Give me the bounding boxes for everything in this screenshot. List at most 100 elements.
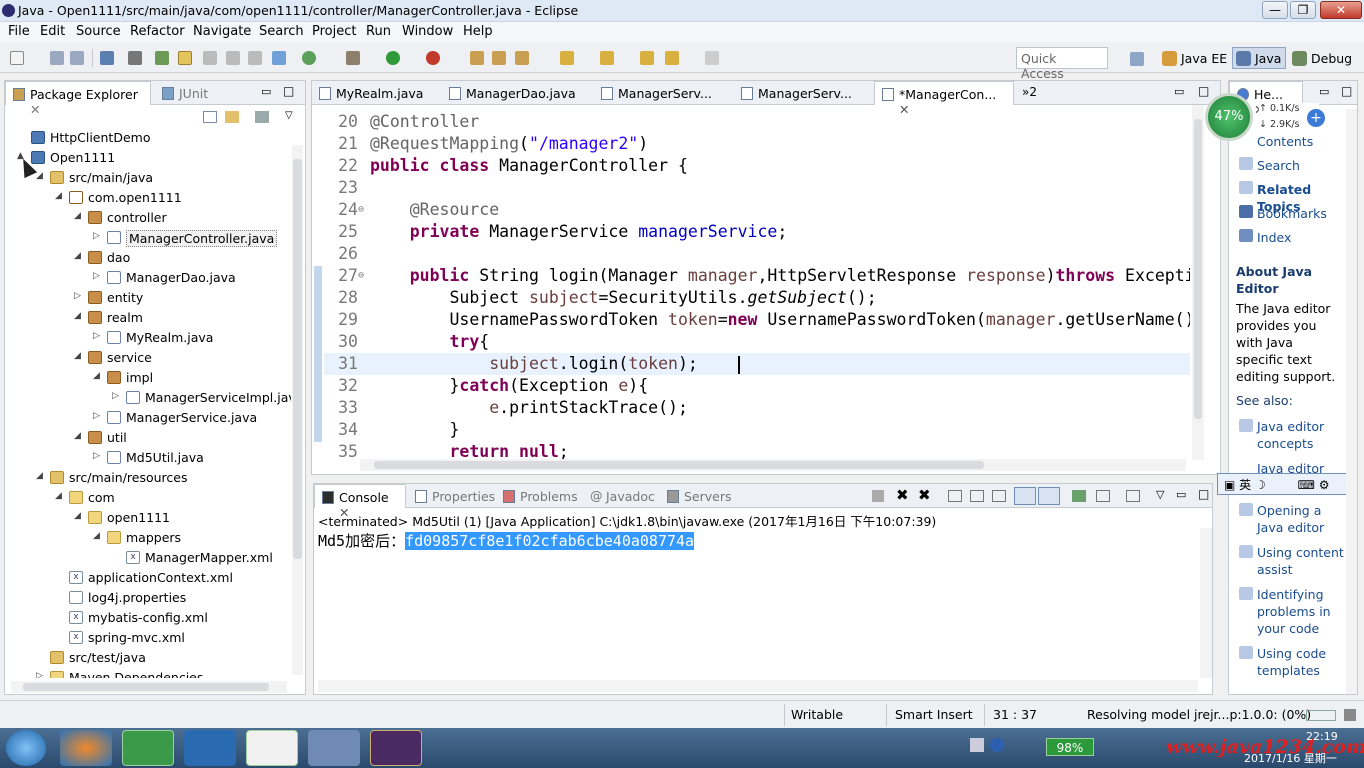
menu-run[interactable]: Run [366,24,391,39]
tree-item[interactable]: ▲ Open1111 [5,148,291,168]
view-menu-icon[interactable]: ▽ [285,110,293,121]
expand-toggle-icon[interactable]: ◢ [36,471,43,481]
display-console-icon[interactable] [1096,490,1110,502]
fold-toggle-icon[interactable]: ⊖ [358,265,364,287]
tree-item[interactable]: x spring-mvc.xml [5,628,291,648]
ime-language-toggle[interactable]: 英 [1239,478,1251,492]
open-console-icon[interactable] [1126,490,1140,502]
tree-item[interactable]: ◢ util [5,428,291,448]
tree-item[interactable]: ▷ MyRealm.java [5,328,291,348]
show-stdout-icon[interactable] [1014,487,1036,505]
view-menu-icon[interactable]: ▽ [1156,488,1164,501]
console-vertical-scrollbar[interactable] [1200,528,1212,678]
code-line[interactable]: 23 [324,177,1190,199]
tree-item[interactable]: x mybatis-config.xml [5,608,291,628]
tree-item[interactable]: src/test/java [5,648,291,668]
taskbar-eclipse-icon[interactable] [370,730,422,766]
maximize-view-icon[interactable]: □ [1198,487,1209,501]
clock-time[interactable]: 22:19 [1306,730,1338,743]
save-all-icon[interactable] [70,51,84,65]
tree-item[interactable]: ▷ ManagerServiceImpl.java [5,388,291,408]
menu-navigate[interactable]: Navigate [193,24,251,39]
expand-toggle-icon[interactable]: ▷ [93,411,100,421]
tab-managerserviceimpl[interactable]: ManagerServ... [734,81,872,105]
maximize-view-icon[interactable]: □ [283,84,294,98]
expand-toggle-icon[interactable]: ◢ [74,251,81,261]
code-line[interactable]: 26 [324,243,1190,265]
build-icon[interactable] [155,51,169,65]
code-line[interactable]: 33 e.printStackTrace(); [324,397,1190,419]
back-icon[interactable] [665,51,679,65]
start-button[interactable] [6,730,46,766]
perspective-debug[interactable]: Debug [1288,47,1357,69]
help-link-content-assist[interactable]: Using content assist [1257,544,1349,578]
maximize-button[interactable]: ❐ [1290,1,1316,19]
help-link-contents[interactable]: Contents [1257,133,1313,150]
new-java-project-icon[interactable] [470,51,484,65]
tree-item[interactable]: ◢ src/main/resources [5,468,291,488]
menu-file[interactable]: File [8,24,30,39]
tab-managerdao[interactable]: ManagerDao.java [442,81,590,105]
help-link-java-editor-concepts[interactable]: Java editor concepts [1257,418,1349,452]
expand-toggle-icon[interactable]: ◢ [36,171,43,181]
scrollbar-thumb[interactable] [23,683,269,691]
status-background-task[interactable]: Resolving model jrejr...p:1.0.0: (0%) [1087,707,1311,722]
taskbar-camtasia-recorder-icon[interactable] [246,730,298,766]
minimize-view-icon[interactable]: ▭ [1319,85,1329,98]
code-line[interactable]: 22 public class ManagerController { [324,155,1190,177]
expand-toggle-icon[interactable]: ◢ [93,531,100,541]
menu-source[interactable]: Source [76,24,121,39]
expand-toggle-icon[interactable]: ▷ [93,231,100,241]
menu-search[interactable]: Search [259,24,304,39]
new-icon[interactable] [10,51,24,65]
help-link-search[interactable]: Search [1257,157,1300,174]
tree-item[interactable]: ◢ src/main/java [5,168,291,188]
tab-myrealm[interactable]: MyRealm.java [312,81,440,105]
tree-item[interactable]: log4j.properties [5,588,291,608]
network-monitor-widget[interactable]: 47% [1205,93,1253,141]
tree-item[interactable]: ▷ ManagerService.java [5,408,291,428]
terminate-icon[interactable] [872,490,884,502]
tab-package-explorer[interactable]: Package Explorer ✕ [5,81,151,117]
help-link-index[interactable]: Index [1257,229,1291,246]
minimize-view-icon[interactable]: ▭ [261,85,271,98]
ime-keyboard-icon[interactable]: ⌨ [1298,478,1315,492]
maximize-view-icon[interactable]: □ [1198,84,1209,98]
perspective-java[interactable]: Java [1232,47,1287,69]
tree-item[interactable]: ◢ dao [5,248,291,268]
scrollbar-thumb[interactable] [1194,119,1202,419]
minimize-view-icon[interactable]: ▭ [1174,85,1184,98]
code-line[interactable]: 29 UsernamePasswordToken token=new Usern… [324,309,1190,331]
tree-item[interactable]: HttpClientDemo [5,128,291,148]
expand-toggle-icon[interactable]: ▷ [36,671,43,678]
mark-occurrences-icon[interactable] [203,51,217,65]
tree-item[interactable]: ▷ Md5Util.java [5,448,291,468]
expand-toggle-icon[interactable]: ▷ [112,391,119,401]
collapse-all-icon[interactable] [203,111,217,123]
code-line[interactable]: 32 }catch(Exception e){ [324,375,1190,397]
tree-item[interactable]: ▷ ManagerDao.java [5,268,291,288]
next-annotation-icon[interactable] [560,51,574,65]
quick-access-input[interactable]: Quick Access [1016,47,1108,81]
maximize-view-icon[interactable]: □ [1341,84,1352,98]
tree-vertical-scrollbar[interactable] [292,145,303,675]
help-link-bookmarks[interactable]: Bookmarks [1257,205,1327,222]
tree-item[interactable]: ◢ com [5,488,291,508]
expand-toggle-icon[interactable]: ◢ [74,431,81,441]
editor-horizontal-scrollbar[interactable] [360,459,1186,471]
code-line[interactable]: 27 ⊖ public String login(Manager manager,… [324,265,1190,287]
plus-icon[interactable]: + [1307,109,1325,127]
ime-moon-icon[interactable]: ☽ [1255,478,1266,492]
expand-toggle-icon[interactable]: ▷ [93,331,100,341]
highlight-icon[interactable] [178,51,192,65]
tree-item[interactable]: ◢ open1111 [5,508,291,528]
expand-toggle-icon[interactable]: ◢ [55,191,62,201]
open-type-icon[interactable] [272,51,286,65]
tab-junit[interactable]: JUnit [155,81,225,105]
code-line[interactable]: 25 private ManagerService managerService… [324,221,1190,243]
tree-item[interactable]: ▷ Maven Dependencies [5,668,291,678]
close-button[interactable]: ✕ [1320,1,1362,19]
menu-window[interactable]: Window [402,24,453,39]
code-line[interactable]: 31 subject.login(token); [324,353,1190,375]
tree-item[interactable]: ◢ realm [5,308,291,328]
